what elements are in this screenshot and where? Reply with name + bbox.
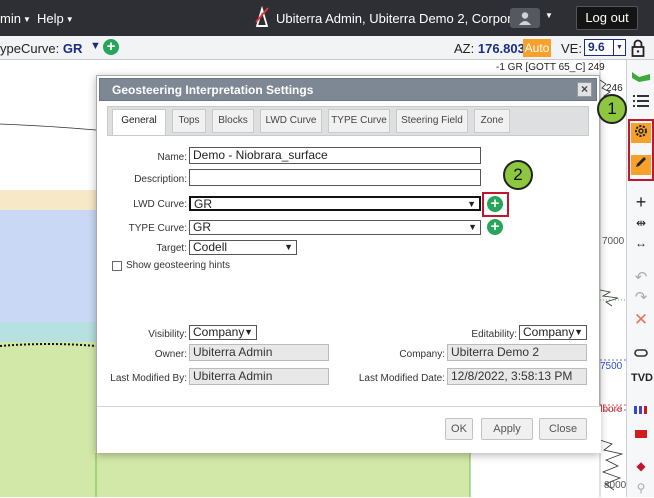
tab-blocks[interactable]: Blocks [212, 109, 254, 133]
log-curve-value: 246 [606, 83, 623, 94]
plus-icon[interactable]: + [631, 192, 651, 212]
type-curve-select[interactable]: GR ▼ [189, 220, 481, 235]
ve-select[interactable]: 9.6 ▼ [584, 39, 626, 56]
add-lwd-curve-icon[interactable]: + [487, 196, 503, 212]
wellbore-label: llbore [598, 404, 623, 415]
modified-by-label: Last Modified By: [110, 373, 187, 384]
tab-general[interactable]: General [112, 109, 166, 135]
company-field: Ubiterra Demo 2 [447, 344, 587, 361]
add-typecurve-icon[interactable]: + [103, 39, 119, 55]
marker-icon[interactable]: ◆ [631, 456, 651, 476]
split-horizontal-icon[interactable]: ⇹ [631, 213, 651, 233]
lwd-curve-label: LWD Curve: [133, 199, 187, 210]
target-select[interactable]: Codell ▼ [189, 240, 297, 255]
name-field[interactable]: Demo - Niobrara_surface [189, 147, 481, 164]
toolbar: ypeCurve: GR ▼ + AZ: 176.803° Auto VE: 9… [0, 36, 654, 60]
azimuth-readout: AZ: 176.803° [454, 41, 531, 56]
ve-label: VE: [561, 41, 582, 56]
tvd-button[interactable]: TVD [631, 368, 653, 388]
dialog-footer: OK Apply Close [97, 406, 601, 453]
apply-button[interactable]: Apply [481, 418, 533, 440]
dialog-title-bar[interactable]: Geosteering Interpretation Settings × [99, 78, 597, 101]
right-tool-rail: + ⇹ ↔ ↶ ↷ ✕ TVD ◆ ⚲ [626, 60, 654, 497]
top-nav-bar: min ▼ Help ▼ Ubiterra Admin, Ubiterra Demo… [0, 0, 654, 36]
minus-red-icon[interactable] [631, 424, 651, 444]
logout-button[interactable]: Log out [576, 6, 638, 30]
editability-label: Editability: [471, 329, 517, 340]
user-slash-icon [255, 6, 269, 27]
modified-by-field: Ubiterra Admin [189, 368, 329, 385]
chevron-down-icon: ▼ [613, 40, 625, 55]
close-button[interactable]: Close [539, 418, 587, 440]
lock-icon[interactable] [631, 39, 645, 57]
typecurve-selector[interactable]: ypeCurve: GR [0, 41, 82, 56]
chevron-down-icon: ▼ [467, 199, 476, 209]
auto-button[interactable]: Auto [523, 39, 551, 57]
delete-icon[interactable]: ✕ [631, 310, 651, 330]
add-type-curve-icon[interactable]: + [487, 219, 503, 235]
editability-select[interactable]: Company ▼ [519, 325, 587, 340]
target-label: Target: [156, 243, 187, 254]
name-label: Name: [157, 152, 187, 163]
log-curve-header: -1 GR [GOTT 65_C] 249 [496, 62, 605, 73]
list-icon[interactable] [631, 94, 651, 114]
expand-horizontal-icon[interactable]: ↔ [631, 233, 651, 253]
modified-date-label: Last Modified Date: [358, 373, 445, 384]
pencil-icon[interactable] [631, 155, 651, 175]
depth-label: 7000 [602, 236, 625, 247]
link-icon[interactable] [631, 344, 651, 364]
chevron-down-icon: ▼ [284, 242, 293, 252]
visibility-label: Visibility: [148, 329, 187, 340]
callout-badge-2: 2 [503, 160, 533, 190]
depth-label: 8000 [604, 480, 627, 491]
ok-button[interactable]: OK [445, 418, 473, 440]
tab-type-curve[interactable]: TYPE Curve [328, 109, 390, 133]
lwd-curve-select[interactable]: GR ▼ [189, 196, 481, 211]
owner-field: Ubiterra Admin [189, 344, 329, 361]
hints-label: Show geosteering hints [126, 260, 230, 271]
description-label: Description: [134, 174, 187, 185]
zoom-icon[interactable]: ⚲ [631, 478, 651, 498]
owner-label: Owner: [154, 349, 187, 360]
avatar-caret-icon[interactable]: ▼ [545, 11, 553, 20]
admin-menu[interactable]: min ▼ [0, 11, 31, 26]
depth-label: 7500 [600, 361, 623, 372]
dialog-title: Geosteering Interpretation Settings [112, 83, 314, 97]
hints-checkbox[interactable] [112, 261, 122, 271]
columns-icon[interactable] [631, 400, 651, 420]
settings-dialog: Geosteering Interpretation Settings × Ge… [96, 75, 601, 453]
type-curve-label: TYPE Curve: [128, 223, 187, 234]
redo-icon[interactable]: ↷ [631, 288, 651, 308]
gear-icon[interactable] [631, 123, 651, 143]
chevron-down-icon: ▼ [574, 327, 583, 337]
company-label: Company: [399, 349, 445, 360]
tab-steering-field[interactable]: Steering Field [396, 109, 468, 133]
close-icon[interactable]: × [577, 82, 592, 97]
tab-bar: General Tops Blocks LWD Curve TYPE Curve… [107, 106, 589, 136]
avatar[interactable] [510, 8, 540, 28]
tab-zone[interactable]: Zone [474, 109, 510, 133]
undo-icon[interactable]: ↶ [631, 268, 651, 288]
chevron-down-icon: ▼ [244, 327, 253, 337]
chevron-down-icon[interactable]: ▼ [90, 40, 101, 52]
modified-date-field: 12/8/2022, 3:58:13 PM [447, 368, 587, 385]
callout-badge-1: 1 [597, 94, 627, 124]
person-icon [519, 12, 531, 25]
chevron-down-icon: ▼ [468, 222, 477, 232]
visibility-select[interactable]: Company ▼ [189, 325, 257, 340]
tab-lwd-curve[interactable]: LWD Curve [260, 109, 322, 133]
user-context-label: Ubiterra Admin, Ubiterra Demo 2, Corpora… [276, 11, 530, 26]
description-field[interactable] [189, 169, 481, 186]
help-menu[interactable]: Help ▼ [37, 11, 74, 26]
layers-green-icon[interactable] [631, 68, 651, 88]
tab-tops[interactable]: Tops [172, 109, 206, 133]
